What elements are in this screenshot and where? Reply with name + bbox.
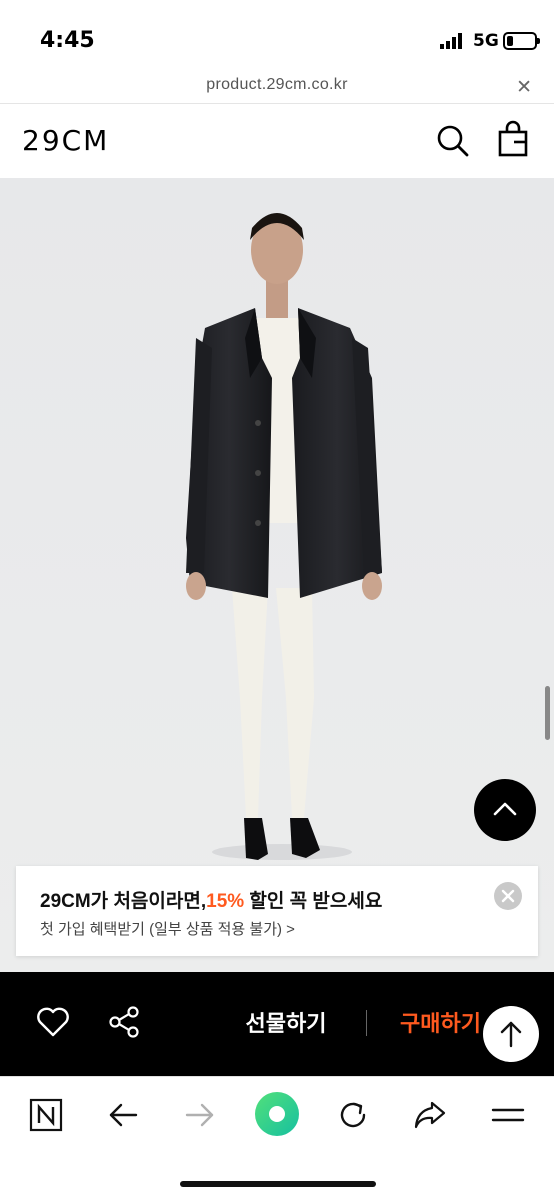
shopping-bag-icon[interactable] <box>496 120 530 158</box>
home-dot-icon[interactable] <box>254 1091 300 1137</box>
search-icon[interactable] <box>434 122 470 158</box>
gift-button[interactable]: 선물하기 <box>226 1006 346 1038</box>
product-image[interactable] <box>0 178 554 972</box>
back-icon[interactable] <box>103 1095 143 1135</box>
status-bar: 4:45 5G <box>0 0 554 70</box>
close-icon <box>501 889 515 903</box>
home-indicator <box>180 1181 376 1187</box>
product-photo <box>0 178 554 972</box>
page-scrollbar[interactable] <box>545 686 550 740</box>
heart-icon[interactable] <box>36 1006 70 1038</box>
browser-toolbar <box>0 1076 554 1200</box>
naver-icon[interactable] <box>26 1095 66 1135</box>
url-text[interactable]: product.29cm.co.kr <box>0 76 554 94</box>
promo-title: 29CM가 처음이라면,15% 할인 꼭 받으세요 <box>40 886 382 913</box>
promo-signup-link[interactable]: 첫 가입 혜택받기 (일부 상품 적용 불가) > <box>40 918 295 939</box>
site-header: 29CM <box>0 104 554 178</box>
scroll-to-top-floating-button[interactable] <box>483 1006 539 1062</box>
network-label: 5G <box>473 31 499 51</box>
purchase-action-bar: 선물하기 구매하기 <box>0 972 554 1076</box>
arrow-up-icon <box>500 1021 522 1048</box>
close-tab-icon[interactable]: ✕ <box>516 76 532 99</box>
refresh-icon[interactable] <box>333 1095 373 1135</box>
action-divider <box>366 1010 367 1036</box>
signal-icon <box>440 33 462 49</box>
promo-close-button[interactable] <box>494 882 522 910</box>
url-bar[interactable]: product.29cm.co.kr ✕ <box>0 70 554 104</box>
promo-title-suffix: 할인 꼭 받으세요 <box>244 891 383 912</box>
promo-title-prefix: 29CM가 처음이라면, <box>40 891 207 912</box>
scroll-to-top-button[interactable] <box>474 779 536 841</box>
share-icon[interactable] <box>410 1095 450 1135</box>
chevron-up-icon <box>493 802 517 816</box>
status-time: 4:45 <box>40 28 95 53</box>
share-icon[interactable] <box>106 1004 142 1040</box>
battery-icon <box>503 32 540 50</box>
forward-icon[interactable] <box>180 1095 220 1135</box>
site-logo[interactable]: 29CM <box>22 124 109 157</box>
signup-promo-banner[interactable]: 29CM가 처음이라면,15% 할인 꼭 받으세요 첫 가입 혜택받기 (일부 … <box>16 866 538 956</box>
promo-discount: 15% <box>206 891 245 912</box>
menu-icon[interactable] <box>488 1095 528 1135</box>
